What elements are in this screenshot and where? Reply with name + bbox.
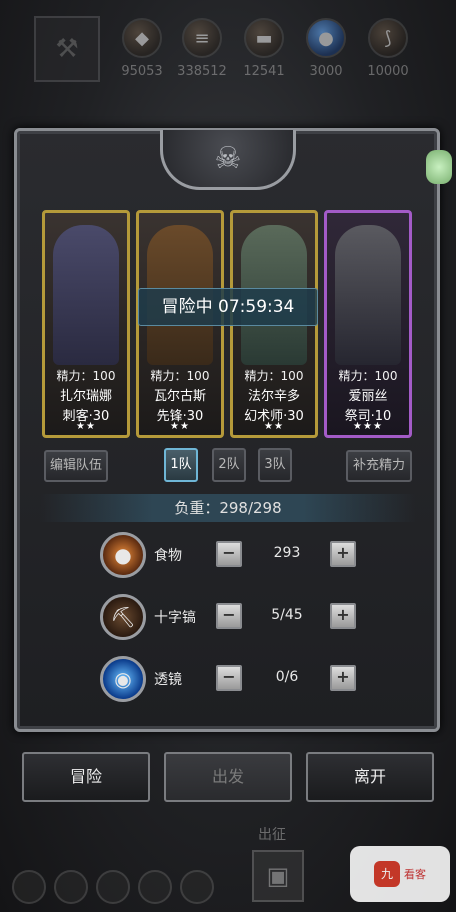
footer-slot[interactable] bbox=[12, 870, 46, 904]
team-1-tab[interactable]: 1队 bbox=[164, 448, 198, 482]
hero-stars: ★★ bbox=[76, 421, 96, 432]
increase-button[interactable]: + bbox=[330, 541, 356, 567]
supply-label: 食物 bbox=[154, 548, 182, 564]
decrease-button[interactable]: − bbox=[216, 603, 242, 629]
supply-count: 5/45 bbox=[271, 607, 303, 623]
hero-name: 法尔辛多 bbox=[247, 389, 300, 404]
hero-card[interactable]: 精力：100 扎尔瑞娜 刺客·30 ★★ bbox=[42, 210, 130, 438]
decrease-button[interactable]: − bbox=[216, 665, 242, 691]
crystal-icon: ● bbox=[306, 18, 346, 58]
supply-count: 0/6 bbox=[275, 669, 299, 685]
hero-stars: ★★ bbox=[264, 421, 284, 432]
pickaxe-icon: ⛏ bbox=[100, 594, 146, 640]
increase-button[interactable]: + bbox=[330, 665, 356, 691]
team-2-tab[interactable]: 2队 bbox=[212, 448, 246, 482]
resource-value: 3000 bbox=[309, 64, 343, 79]
increase-button[interactable]: + bbox=[330, 603, 356, 629]
footer-slot[interactable] bbox=[138, 870, 172, 904]
resource-crystal: ● 3000 bbox=[296, 18, 356, 79]
footer-slot[interactable] bbox=[180, 870, 214, 904]
adventure-button[interactable]: 冒险 bbox=[22, 752, 150, 802]
edit-team-button[interactable]: 编辑队伍 bbox=[44, 450, 108, 482]
team-3-tab[interactable]: 3队 bbox=[258, 448, 292, 482]
resource-iron: ▬ 12541 bbox=[234, 18, 294, 79]
resource-value: 338512 bbox=[177, 64, 227, 79]
hero-portrait bbox=[53, 225, 119, 365]
inventory-button[interactable]: ⚒ bbox=[34, 16, 100, 82]
hero-name: 爱丽丝 bbox=[348, 389, 388, 404]
side-gem-icon[interactable] bbox=[426, 150, 452, 184]
supply-row-lens: ◉ 透镜 − 0/6 + bbox=[100, 656, 360, 702]
hero-name: 扎尔瑞娜 bbox=[59, 389, 112, 404]
chest-icon[interactable]: ▣ bbox=[252, 850, 304, 902]
wood-icon: ≡ bbox=[182, 18, 222, 58]
resource-ore: ◆ 95053 bbox=[112, 18, 172, 79]
iron-icon: ▬ bbox=[244, 18, 284, 58]
watermark-logo: 九 看客 bbox=[350, 846, 450, 902]
resource-value: 10000 bbox=[367, 64, 409, 79]
refill-stamina-button[interactable]: 补充精力 bbox=[346, 450, 412, 482]
hero-stamina: 精力：100 bbox=[150, 369, 210, 383]
hero-name: 瓦尔古斯 bbox=[153, 389, 206, 404]
leave-button[interactable]: 离开 bbox=[306, 752, 434, 802]
adventure-timer: 冒险中 07:59:34 bbox=[138, 288, 318, 326]
hero-stars: ★★ bbox=[170, 421, 190, 432]
hero-stamina: 精力：100 bbox=[338, 369, 398, 383]
footer-slot[interactable] bbox=[54, 870, 88, 904]
watermark-text: 看客 bbox=[404, 868, 426, 881]
hero-stars: ★★★ bbox=[353, 421, 383, 432]
depart-button[interactable]: 出发 bbox=[164, 752, 292, 802]
food-icon: ● bbox=[100, 532, 146, 578]
hero-portrait bbox=[335, 225, 401, 365]
skull-ornament-icon: ☠ bbox=[160, 130, 296, 190]
lens-icon: ◉ bbox=[100, 656, 146, 702]
resource-claw: ⟆ 10000 bbox=[358, 18, 418, 79]
supply-row-pickaxe: ⛏ 十字镐 − 5/45 + bbox=[100, 594, 360, 640]
ore-icon: ◆ bbox=[122, 18, 162, 58]
claw-icon: ⟆ bbox=[368, 18, 408, 58]
resource-value: 95053 bbox=[121, 64, 163, 79]
hero-card[interactable]: 精力：100 爱丽丝 祭司·10 ★★★ bbox=[324, 210, 412, 438]
watermark-seal-icon: 九 bbox=[374, 861, 400, 887]
footer-label: 出征 bbox=[258, 827, 286, 843]
hero-stamina: 精力：100 bbox=[244, 369, 304, 383]
weight-indicator: 负重：298/298 bbox=[40, 494, 416, 522]
footer-slot[interactable] bbox=[96, 870, 130, 904]
supply-count: 293 bbox=[273, 545, 301, 561]
decrease-button[interactable]: − bbox=[216, 541, 242, 567]
supply-label: 透镜 bbox=[154, 672, 182, 688]
hero-stamina: 精力：100 bbox=[56, 369, 116, 383]
resource-wood: ≡ 338512 bbox=[172, 18, 232, 79]
supply-label: 十字镐 bbox=[154, 610, 196, 626]
supply-row-food: ● 食物 − 293 + bbox=[100, 532, 360, 578]
resource-bar: ⚒ ◆ 95053 ≡ 338512 ▬ 12541 ● 3000 ⟆ 1000… bbox=[0, 0, 456, 100]
item-icon: ⚒ bbox=[55, 34, 79, 64]
resource-value: 12541 bbox=[243, 64, 285, 79]
